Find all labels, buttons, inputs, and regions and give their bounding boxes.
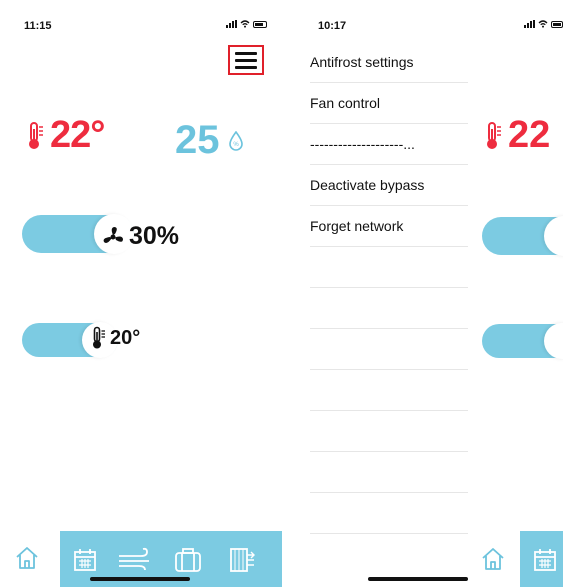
thermometer-icon xyxy=(487,121,501,149)
fan-speed-label: 30% xyxy=(101,222,179,251)
thermometer-icon xyxy=(29,121,43,149)
hamburger-line xyxy=(235,51,257,55)
home-indicator xyxy=(90,577,190,581)
battery-icon xyxy=(551,20,563,28)
wifi-icon xyxy=(240,20,250,28)
status-icons xyxy=(226,20,267,28)
hamburger-line xyxy=(235,58,257,62)
signal-icon xyxy=(524,20,535,28)
main-screen: 11:15 22° 25 % 30% 20° xyxy=(0,0,282,587)
home-icon[interactable] xyxy=(14,545,40,571)
menu-item-separator[interactable]: --------------------... xyxy=(310,124,468,165)
menu-screen: 10:17 Antifrost settings Fan control ---… xyxy=(298,0,563,587)
menu-item-forget-network[interactable]: Forget network xyxy=(310,206,468,247)
luggage-icon[interactable] xyxy=(173,547,203,573)
fan-speed-value: 30% xyxy=(129,222,180,250)
indoor-temperature: 22° xyxy=(28,114,105,157)
menu-item-deactivate-bypass[interactable]: Deactivate bypass xyxy=(310,165,468,206)
menu-item-antifrost[interactable]: Antifrost settings xyxy=(310,42,468,83)
home-indicator xyxy=(368,577,468,581)
svg-text:%: % xyxy=(233,142,239,148)
menu-button[interactable] xyxy=(228,45,264,75)
peek-temperature: 22 xyxy=(486,114,550,157)
fan-icon xyxy=(103,226,123,243)
peek-fan-slider xyxy=(482,216,563,256)
menu-empty-row xyxy=(310,452,468,493)
tab-bar xyxy=(0,531,282,587)
menu-empty-row xyxy=(310,370,468,411)
peek-fan-knob xyxy=(544,216,563,256)
signal-icon xyxy=(226,20,237,28)
humidity-drop-icon: % xyxy=(228,130,243,151)
menu-empty-row xyxy=(310,493,468,534)
humidity-reading: 25 % xyxy=(175,118,244,163)
indoor-temperature-value: 22° xyxy=(50,114,105,156)
calendar-icon[interactable] xyxy=(532,547,558,573)
menu-empty-row xyxy=(310,247,468,288)
peek-temperature-value: 22 xyxy=(508,114,551,156)
wind-icon[interactable] xyxy=(117,547,153,573)
menu-empty-row xyxy=(310,329,468,370)
side-menu: Antifrost settings Fan control ---------… xyxy=(310,42,468,534)
peek-temperature-slider xyxy=(482,323,563,359)
hamburger-line xyxy=(235,65,257,69)
setpoint-label: 20° xyxy=(92,326,140,350)
humidity-value: 25 xyxy=(175,118,220,162)
status-icons xyxy=(524,20,563,28)
status-time: 11:15 xyxy=(24,20,52,32)
battery-icon xyxy=(253,20,267,28)
peek-temperature-knob xyxy=(544,323,563,359)
wifi-icon xyxy=(538,20,548,28)
peek-tab-bar xyxy=(520,531,563,587)
menu-empty-row xyxy=(310,288,468,329)
menu-empty-row xyxy=(310,411,468,452)
status-time: 10:17 xyxy=(318,20,347,32)
setpoint-value: 20° xyxy=(110,326,141,349)
menu-item-fan-control[interactable]: Fan control xyxy=(310,83,468,124)
filter-icon[interactable] xyxy=(228,547,256,573)
thermometer-icon xyxy=(93,326,105,349)
home-icon[interactable] xyxy=(480,546,506,572)
calendar-icon[interactable] xyxy=(72,547,98,573)
